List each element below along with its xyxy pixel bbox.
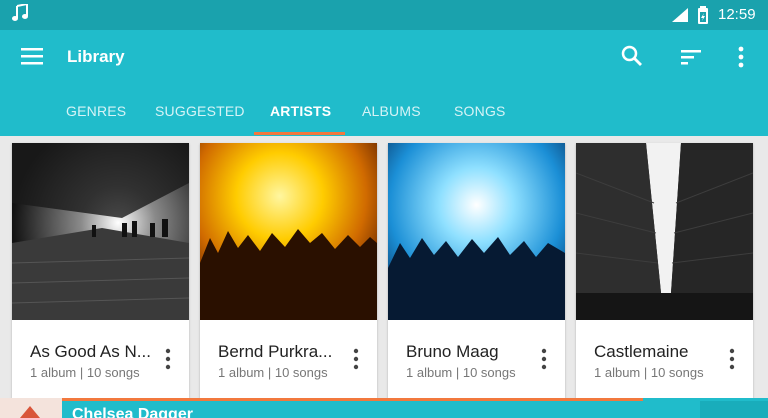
artist-card[interactable]: As Good As N... 1 album | 10 songs xyxy=(12,143,189,398)
signal-icon xyxy=(672,8,688,27)
artist-meta: 1 album | 10 songs xyxy=(30,365,140,380)
now-playing-bar[interactable]: Chelsea Dagger xyxy=(0,398,768,418)
more-vert-icon[interactable] xyxy=(726,348,738,370)
now-playing-title: Chelsea Dagger xyxy=(72,406,193,418)
tab-artists[interactable]: ARTISTS xyxy=(270,103,331,119)
tab-genres[interactable]: GENRES xyxy=(66,103,126,119)
app-bar: Library GENRES SUGGESTED ARTISTS ALBUMS … xyxy=(0,30,768,136)
artist-name: As Good As N... xyxy=(30,342,151,361)
more-vert-icon[interactable] xyxy=(350,348,362,370)
more-vert-icon[interactable] xyxy=(733,45,749,69)
sort-icon[interactable] xyxy=(679,47,703,67)
artist-name: Bruno Maag xyxy=(406,342,499,361)
music-note-icon xyxy=(12,2,28,27)
artist-artwork xyxy=(388,143,565,320)
artist-card[interactable]: Bruno Maag 1 album | 10 songs xyxy=(388,143,565,398)
more-vert-icon[interactable] xyxy=(538,348,550,370)
tab-bar: GENRES SUGGESTED ARTISTS ALBUMS SONGS xyxy=(0,94,768,136)
tab-songs[interactable]: SONGS xyxy=(454,103,506,119)
artist-name: Castlemaine xyxy=(594,342,689,361)
artist-grid: As Good As N... 1 album | 10 songs Bernd… xyxy=(0,136,768,400)
tab-indicator xyxy=(254,132,345,135)
playback-progress xyxy=(62,398,643,401)
now-playing-artwork xyxy=(0,398,62,418)
artist-name: Bernd Purkra... xyxy=(218,342,333,361)
search-icon[interactable] xyxy=(620,44,644,68)
page-title: Library xyxy=(67,47,125,66)
artist-artwork xyxy=(200,143,377,320)
play-pause-button[interactable] xyxy=(700,401,768,418)
artist-artwork xyxy=(12,143,189,320)
status-bar: 12:59 xyxy=(0,0,768,30)
more-vert-icon[interactable] xyxy=(162,348,174,370)
tab-albums[interactable]: ALBUMS xyxy=(362,103,421,119)
artist-meta: 1 album | 10 songs xyxy=(594,365,704,380)
status-clock: 12:59 xyxy=(718,6,756,23)
artist-card[interactable]: Castlemaine 1 album | 10 songs xyxy=(576,143,753,398)
artist-meta: 1 album | 10 songs xyxy=(406,365,516,380)
tab-suggested[interactable]: SUGGESTED xyxy=(155,103,245,119)
artist-artwork xyxy=(576,143,753,320)
battery-icon xyxy=(697,6,709,29)
artist-card[interactable]: Bernd Purkra... 1 album | 10 songs xyxy=(200,143,377,398)
menu-icon[interactable] xyxy=(20,45,44,67)
artist-meta: 1 album | 10 songs xyxy=(218,365,328,380)
